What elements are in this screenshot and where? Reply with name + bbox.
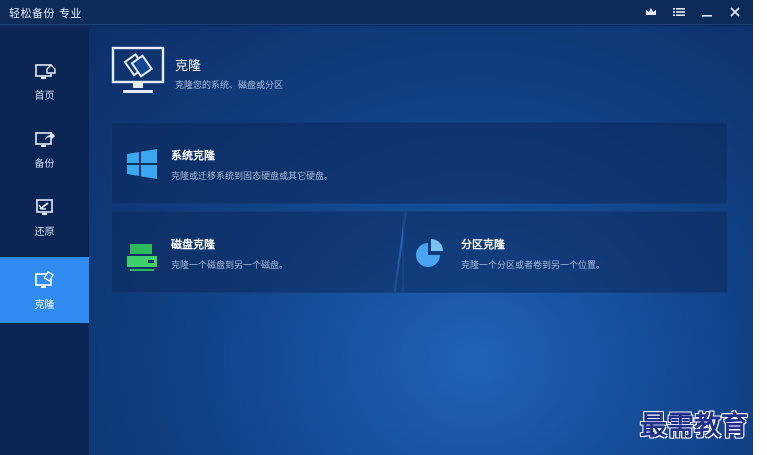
- menu-icon[interactable]: [667, 3, 691, 21]
- disk-clone-description: 克隆一个磁盘到另一个磁盘。: [171, 261, 289, 271]
- partition-clone-description: 克隆一个分区或者卷到另一个位置。: [461, 261, 606, 271]
- sidebar-item-clone[interactable]: 克隆: [0, 257, 89, 323]
- disk-drive-icon: [127, 244, 157, 271]
- app-window: 轻松备份 专业 首页 备份 还原 克隆 克隆 克隆您的系统、磁盘或分区 系统克隆…: [0, 0, 753, 455]
- page-subtitle: 克隆您的系统、磁盘或分区: [175, 81, 284, 91]
- system-clone-description: 克隆或迁移系统到固态硬盘或其它硬盘。: [171, 172, 334, 182]
- sidebar: 首页 备份 还原 克隆: [0, 26, 89, 455]
- backup-monitor-icon: [34, 131, 55, 147]
- disk-clone-card[interactable]: 磁盘克隆 克隆一个磁盘到另一个磁盘。: [111, 211, 403, 293]
- system-clone-title: 系统克隆: [171, 149, 215, 162]
- crown-icon[interactable]: [639, 3, 663, 21]
- sidebar-item-label: 克隆: [34, 299, 55, 311]
- sidebar-item-home[interactable]: 首页: [0, 48, 89, 114]
- title-bar[interactable]: 轻松备份 专业: [0, 0, 753, 25]
- restore-monitor-icon: [35, 198, 53, 215]
- sidebar-item-label: 首页: [34, 90, 55, 102]
- clone-monitor-icon: [111, 46, 165, 93]
- system-clone-card[interactable]: 系统克隆 克隆或迁移系统到固态硬盘或其它硬盘。: [111, 122, 728, 204]
- clone-panel: 克隆 克隆您的系统、磁盘或分区 系统克隆 克隆或迁移系统到固态硬盘或其它硬盘。 …: [89, 26, 753, 455]
- clone-monitor-icon: [34, 270, 54, 288]
- watermark: 最需教育: [640, 411, 748, 442]
- sidebar-item-backup[interactable]: 备份: [0, 116, 89, 182]
- home-monitor-icon: [34, 63, 56, 79]
- pie-partition-icon: [416, 239, 443, 267]
- partition-clone-card[interactable]: 分区克隆 克隆一个分区或者卷到另一个位置。: [403, 211, 728, 293]
- minimize-icon[interactable]: [695, 3, 719, 21]
- partition-clone-title: 分区克隆: [461, 238, 505, 251]
- app-title: 轻松备份 专业: [9, 7, 82, 20]
- page-title: 克隆: [175, 59, 202, 74]
- sidebar-item-label: 还原: [34, 226, 55, 238]
- sidebar-item-restore[interactable]: 还原: [0, 184, 89, 250]
- window-controls: [639, 3, 747, 21]
- disk-clone-title: 磁盘克隆: [171, 238, 215, 251]
- windows-logo-icon: [127, 149, 157, 179]
- close-icon[interactable]: [723, 3, 747, 21]
- sidebar-item-label: 备份: [34, 158, 55, 170]
